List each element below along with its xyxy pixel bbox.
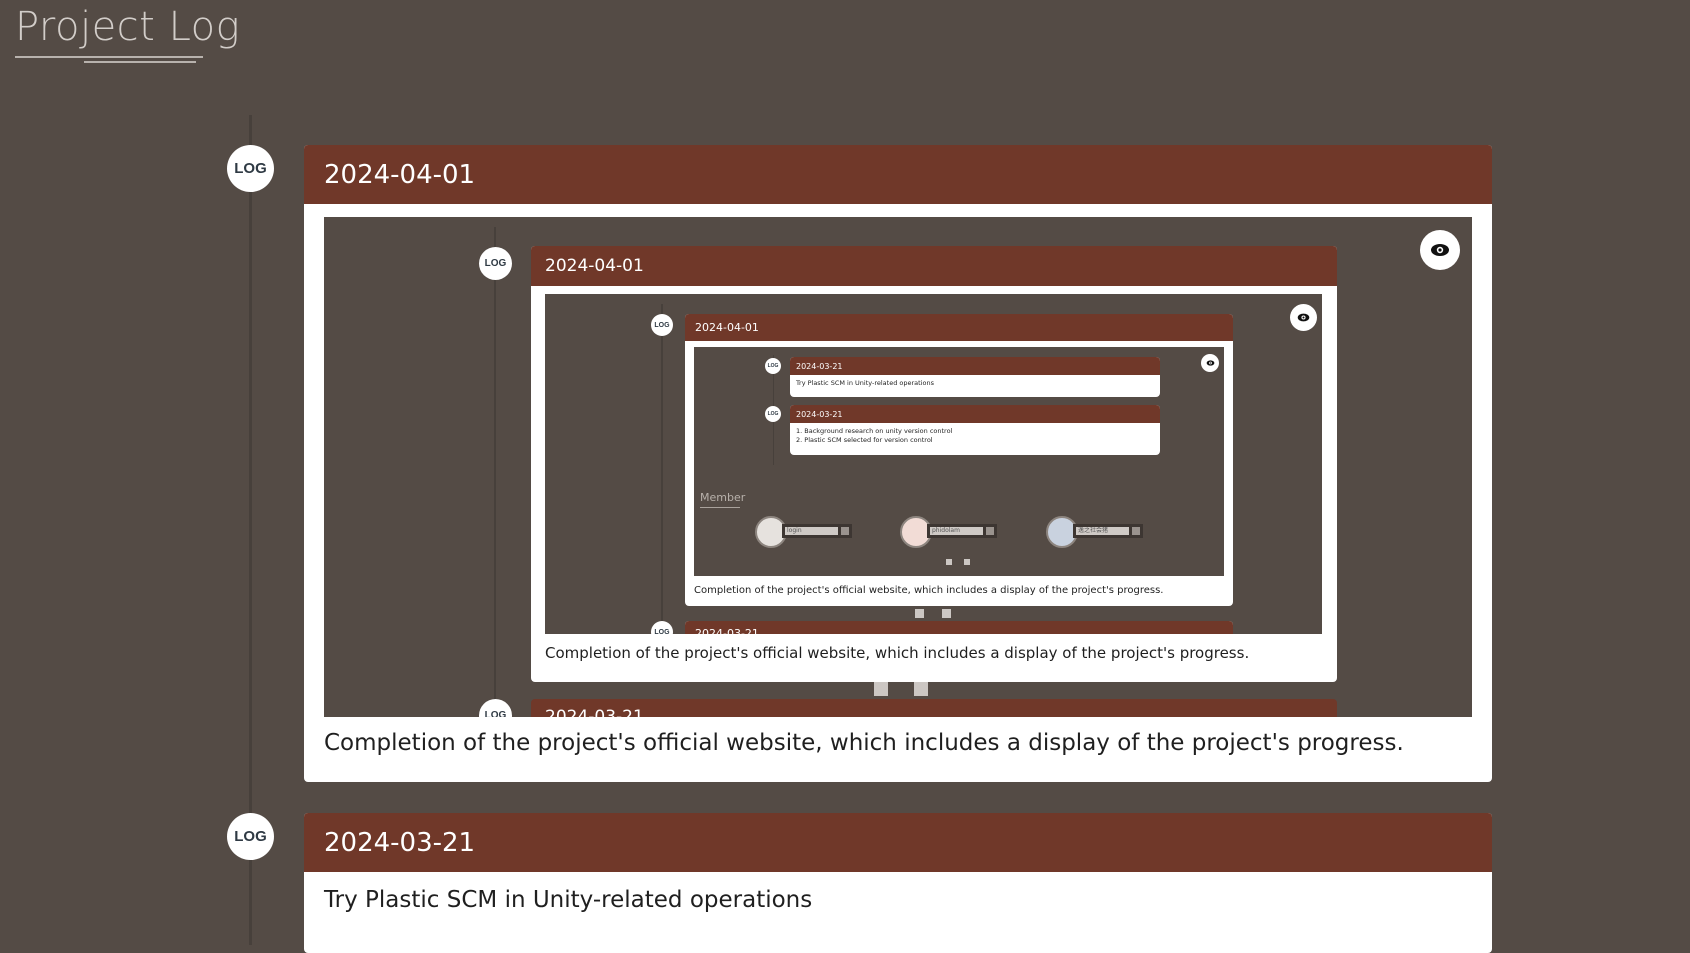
- log-entry-card: 2024-03-21 Try Plastic SCM in Unity-rela…: [304, 813, 1492, 953]
- log-entry-card: 2024-03-21: [685, 621, 1233, 634]
- copy-icon: [1132, 527, 1140, 535]
- copy-icon: [841, 527, 849, 535]
- log-entry-date: 2024-04-01: [545, 256, 644, 276]
- log-entry-text: Completion of the project's official web…: [324, 730, 1404, 756]
- log-badge-icon: LOG: [651, 314, 673, 336]
- pager-dot: [915, 609, 924, 618]
- timeline-line: [661, 304, 663, 634]
- log-entry-date: 2024-03-21: [545, 707, 644, 717]
- member-name: 逸之社会猪: [1076, 527, 1129, 535]
- member-name-field: 逸之社会猪: [1073, 524, 1143, 538]
- log-badge-icon: LOG: [651, 621, 673, 634]
- log-entry-date: 2024-03-21: [695, 627, 759, 634]
- log-entry-card: 2024-04-01 LOG 2024-04-01 LOG 2024-03-21…: [531, 246, 1337, 682]
- log-badge-icon: LOG: [765, 406, 781, 422]
- pager-dot: [914, 682, 928, 696]
- log-entry-text: 1. Background research on unity version …: [796, 427, 953, 435]
- member-name-field: login: [782, 524, 852, 538]
- log-entry-header: 2024-04-01: [685, 314, 1233, 341]
- log-entry-header: 2024-03-21: [304, 813, 1492, 872]
- log-entry-date: 2024-04-01: [324, 159, 476, 190]
- pager-dot: [874, 682, 888, 696]
- title-underline: [15, 56, 203, 58]
- log-badge-icon: LOG: [765, 358, 781, 374]
- log-badge-icon: LOG: [227, 813, 274, 860]
- title-underline-accent: [84, 61, 196, 63]
- log-entry-header: 2024-04-01: [304, 145, 1492, 204]
- log-entry-date: 2024-04-01: [695, 321, 759, 334]
- member-name: login: [785, 527, 838, 535]
- log-entry-header: 2024-03-21: [531, 699, 1337, 717]
- log-entry-card: 2024-03-21: [531, 699, 1337, 717]
- log-entry-screenshot[interactable]: LOG 2024-04-01 LOG 2024-03-21 Try Plasti…: [545, 294, 1322, 634]
- member-title-underline: [700, 507, 740, 508]
- log-entry-date: 2024-03-21: [796, 361, 843, 371]
- log-entry-text: Completion of the project's official web…: [545, 644, 1250, 662]
- log-entry-card: 2024-04-01 LOG 2024-03-21 Try Plastic SC…: [685, 314, 1233, 606]
- log-badge-icon: LOG: [479, 247, 512, 280]
- member-name-field: phidolam: [927, 524, 997, 538]
- pager-dot: [964, 559, 970, 565]
- eye-icon[interactable]: [1290, 304, 1317, 331]
- log-entry-header: 2024-03-21: [790, 357, 1160, 375]
- log-entry-date: 2024-03-21: [796, 409, 843, 419]
- member-section-title: Member: [700, 491, 746, 504]
- pager-dot: [946, 559, 952, 565]
- log-entry-text: 2. Plastic SCM selected for version cont…: [796, 436, 933, 444]
- log-entry-header: 2024-04-01: [531, 246, 1337, 286]
- log-badge-icon: LOG: [479, 699, 512, 717]
- log-entry-text: Try Plastic SCM in Unity-related operati…: [324, 887, 813, 913]
- log-entry-text: Try Plastic SCM in Unity-related operati…: [796, 379, 934, 387]
- log-entry-header: 2024-03-21: [685, 621, 1233, 634]
- log-entry-card: 2024-04-01 LOG 2024-04-01 LOG 2024-04-01…: [304, 145, 1492, 782]
- log-entry-date: 2024-03-21: [324, 827, 476, 858]
- log-entry-card: 2024-03-21 1. Background research on uni…: [790, 405, 1160, 455]
- page-title: Project Log: [15, 4, 241, 50]
- log-entry-screenshot[interactable]: LOG 2024-04-01 LOG 2024-04-01 LOG 2024-0…: [324, 217, 1472, 717]
- timeline-line: [494, 227, 496, 717]
- eye-icon[interactable]: [1201, 354, 1219, 372]
- log-entry-text: Completion of the project's official web…: [694, 585, 1164, 596]
- member-name: phidolam: [930, 527, 983, 535]
- log-badge-icon: LOG: [227, 145, 274, 192]
- log-entry-card: 2024-03-21 Try Plastic SCM in Unity-rela…: [790, 357, 1160, 397]
- copy-icon: [986, 527, 994, 535]
- pager-dot: [942, 609, 951, 618]
- log-entry-header: 2024-03-21: [790, 405, 1160, 423]
- eye-icon[interactable]: [1420, 230, 1460, 270]
- log-entry-screenshot[interactable]: LOG 2024-03-21 Try Plastic SCM in Unity-…: [694, 347, 1224, 576]
